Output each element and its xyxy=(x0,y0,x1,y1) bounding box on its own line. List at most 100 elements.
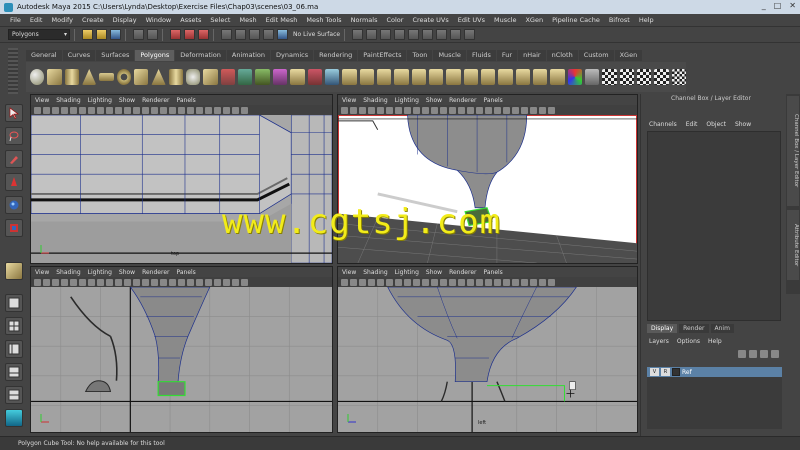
vp-menu-panels[interactable]: Panels xyxy=(483,269,502,276)
tab-render[interactable]: Render xyxy=(679,324,709,333)
vp-menu-view[interactable]: View xyxy=(342,97,356,104)
move-layer-down-icon[interactable] xyxy=(749,350,757,358)
vp-menu-renderer[interactable]: Renderer xyxy=(142,97,169,104)
tab-display[interactable]: Display xyxy=(647,324,678,333)
menu-pipeline-cache[interactable]: Pipeline Cache xyxy=(552,16,600,24)
layer-row-ref[interactable]: V R Ref xyxy=(647,367,782,377)
vp-menu-renderer[interactable]: Renderer xyxy=(142,269,169,276)
select-tool-icon[interactable] xyxy=(5,104,23,122)
vp-menu-lighting[interactable]: Lighting xyxy=(88,97,112,104)
poly-platonic-icon[interactable] xyxy=(220,69,236,85)
shelf-tab-polygons[interactable]: Polygons xyxy=(135,50,175,61)
layer-menu-options[interactable]: Options xyxy=(677,338,700,345)
vp-menu-renderer[interactable]: Renderer xyxy=(449,269,476,276)
layer-menu-help[interactable]: Help xyxy=(708,338,722,345)
reduce-icon[interactable] xyxy=(324,69,340,85)
live-surface-field[interactable]: No Live Surface xyxy=(293,31,340,38)
save-scene-icon[interactable] xyxy=(110,29,121,40)
shelf-tab-general[interactable]: General xyxy=(26,50,62,61)
rotate-tool-icon[interactable] xyxy=(5,196,23,214)
fill-hole-icon[interactable] xyxy=(359,69,374,85)
poly-cube-tool-icon[interactable] xyxy=(5,262,23,280)
vp-menu-shading[interactable]: Shading xyxy=(363,269,387,276)
collapse-icon[interactable] xyxy=(515,69,530,85)
maximize-icon[interactable]: □ xyxy=(774,1,782,10)
color-set-icon[interactable] xyxy=(567,69,582,85)
open-scene-icon[interactable] xyxy=(96,29,107,40)
uv-editor-icon[interactable] xyxy=(585,69,600,85)
menu-muscle[interactable]: Muscle xyxy=(494,16,517,24)
new-scene-icon[interactable] xyxy=(82,29,93,40)
hypershade-layout-icon[interactable] xyxy=(5,386,23,404)
hypershade-icon[interactable] xyxy=(408,29,420,40)
shelf-tab-surfaces[interactable]: Surfaces xyxy=(96,50,135,61)
menu-edit-mesh[interactable]: Edit Mesh xyxy=(266,16,298,24)
select-hierarchy-icon[interactable] xyxy=(170,29,181,40)
vp-menu-lighting[interactable]: Lighting xyxy=(395,97,419,104)
vp-menu-lighting[interactable]: Lighting xyxy=(88,269,112,276)
minimize-icon[interactable]: _ xyxy=(762,1,766,10)
vp-menu-panels[interactable]: Panels xyxy=(176,97,195,104)
single-perspective-layout-icon[interactable] xyxy=(5,294,23,312)
viewport-front[interactable]: View Shading Lighting Show Renderer Pane… xyxy=(30,266,333,433)
menu-color[interactable]: Color xyxy=(386,16,403,24)
poly-helix-icon[interactable] xyxy=(186,69,201,85)
viewport-canvas[interactable] xyxy=(338,287,637,432)
move-layer-up-icon[interactable] xyxy=(738,350,746,358)
vp-menu-shading[interactable]: Shading xyxy=(56,269,80,276)
layer-color-swatch[interactable] xyxy=(672,368,680,376)
poly-pipe-icon[interactable] xyxy=(168,69,184,85)
paint-select-tool-icon[interactable] xyxy=(5,150,23,168)
menu-select[interactable]: Select xyxy=(210,16,230,24)
vp-menu-shading[interactable]: Shading xyxy=(363,97,387,104)
new-empty-layer-icon[interactable] xyxy=(760,350,768,358)
shelf-tab-xgen[interactable]: XGen xyxy=(614,50,643,61)
cb-menu-object[interactable]: Object xyxy=(706,121,726,128)
automatic-map-icon[interactable] xyxy=(671,69,687,85)
scale-tool-icon[interactable] xyxy=(5,219,23,237)
snap-curve-icon[interactable] xyxy=(235,29,246,40)
separate-icon[interactable] xyxy=(255,69,270,85)
cylindrical-map-icon[interactable] xyxy=(637,69,652,85)
layer-visibility-toggle[interactable]: V xyxy=(650,368,659,376)
shelf-tab-animation[interactable]: Animation xyxy=(226,50,271,61)
new-layer-from-selection-icon[interactable] xyxy=(771,350,779,358)
shelf-tab-deformation[interactable]: Deformation xyxy=(175,50,226,61)
select-object-icon[interactable] xyxy=(184,29,195,40)
shelf-tab-curves[interactable]: Curves xyxy=(62,50,96,61)
shelf-tab-toon[interactable]: Toon xyxy=(407,50,433,61)
menu-file[interactable]: File xyxy=(10,16,21,24)
vp-menu-view[interactable]: View xyxy=(35,97,49,104)
layer-menu-layers[interactable]: Layers xyxy=(649,338,669,345)
shelf-tab-ncloth[interactable]: nCloth xyxy=(546,50,578,61)
vp-menu-show[interactable]: Show xyxy=(426,97,442,104)
menu-create[interactable]: Create xyxy=(82,16,104,24)
shelf-tab-fur[interactable]: Fur xyxy=(496,50,518,61)
wedge-icon[interactable] xyxy=(550,69,565,85)
menu-set-select[interactable]: Polygons xyxy=(8,29,70,40)
toggle-panel-icon[interactable] xyxy=(464,29,476,40)
render-settings-icon[interactable] xyxy=(394,29,406,40)
render-frame-icon[interactable] xyxy=(366,29,378,40)
tab-anim[interactable]: Anim xyxy=(710,324,734,333)
vp-menu-show[interactable]: Show xyxy=(119,269,135,276)
combine-icon[interactable] xyxy=(238,69,253,85)
select-component-icon[interactable] xyxy=(198,29,209,40)
perspective-graph-layout-icon[interactable] xyxy=(5,363,23,381)
extract-icon[interactable] xyxy=(272,69,288,85)
vp-menu-panels[interactable]: Panels xyxy=(483,97,502,104)
smooth-icon[interactable] xyxy=(307,69,322,85)
menu-assets[interactable]: Assets xyxy=(180,16,201,24)
poly-prism-icon[interactable] xyxy=(134,69,149,85)
poly-soccer-ball-icon[interactable] xyxy=(203,69,218,85)
maya-help-icon[interactable] xyxy=(5,409,23,427)
render-view-icon[interactable] xyxy=(352,29,364,40)
make-live-icon[interactable] xyxy=(277,29,288,40)
offset-edge-loop-icon[interactable] xyxy=(428,69,444,85)
vp-menu-view[interactable]: View xyxy=(35,269,49,276)
menu-mesh[interactable]: Mesh xyxy=(239,16,256,24)
shelf-tab-rendering[interactable]: Rendering xyxy=(314,50,358,61)
viewport-side[interactable]: View Shading Lighting Show Renderer Pane… xyxy=(337,266,638,433)
menu-bifrost[interactable]: Bifrost xyxy=(609,16,630,24)
menu-normals[interactable]: Normals xyxy=(351,16,378,24)
